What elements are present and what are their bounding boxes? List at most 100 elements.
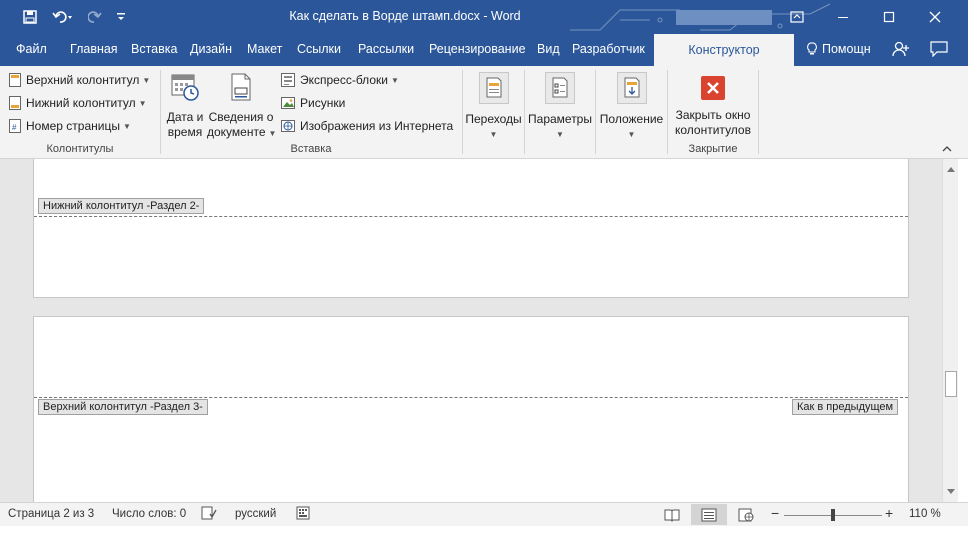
picture-icon	[281, 97, 295, 109]
group-label-insert: Вставка	[290, 143, 332, 155]
close-red-x-icon	[701, 76, 725, 100]
macro-recording-icon[interactable]	[296, 506, 310, 523]
page-3[interactable]: Верхний колонтитул -Раздел 3- Как в пред…	[33, 316, 909, 502]
date-time-label-line2: время	[167, 125, 203, 139]
navigation-icon	[478, 72, 509, 104]
scroll-up-icon[interactable]	[943, 161, 959, 177]
word-count[interactable]: Число слов: 0	[112, 508, 186, 520]
chevron-down-icon: ▼	[390, 75, 399, 85]
status-bar: Страница 2 из 3 Число слов: 0 русский − …	[0, 502, 968, 526]
tab-layout[interactable]: Макет	[247, 42, 282, 56]
page-count[interactable]: Страница 2 из 3	[8, 508, 94, 520]
tab-insert[interactable]: Вставка	[131, 42, 177, 56]
online-pictures-label: Изображения из Интернета	[300, 119, 454, 133]
tab-design[interactable]: Дизайн	[190, 42, 232, 56]
group-label-headers-footers: Колонтитулы	[46, 143, 114, 155]
document-info-label-line1: Сведения о	[208, 110, 274, 124]
chevron-down-icon: ▼	[556, 130, 564, 139]
web-layout-icon[interactable]	[728, 504, 764, 525]
maximize-icon[interactable]	[866, 0, 912, 34]
zoom-slider-thumb[interactable]	[831, 509, 835, 521]
position-icon	[616, 72, 647, 104]
share-icon[interactable]	[892, 40, 910, 61]
vertical-scrollbar[interactable]	[942, 159, 958, 502]
read-mode-icon[interactable]	[654, 504, 690, 525]
title-bar: Как сделать в Ворде штамп.docx - Word	[0, 0, 968, 34]
online-pictures-icon	[281, 120, 295, 132]
tab-file[interactable]: Файл	[16, 42, 47, 56]
comments-icon[interactable]	[930, 41, 948, 60]
zoom-out-icon[interactable]: −	[771, 505, 779, 521]
group-separator	[758, 70, 759, 154]
tab-mailings[interactable]: Рассылки	[358, 42, 414, 56]
tab-view[interactable]: Вид	[537, 42, 560, 56]
navigation-label: Переходы	[465, 112, 522, 126]
chevron-down-icon: ▼	[142, 75, 151, 85]
chevron-down-icon: ▼	[268, 129, 277, 138]
footer-dropdown-label: Нижний колонтитул	[26, 96, 136, 110]
header-section-3-tag: Верхний колонтитул -Раздел 3-	[38, 399, 208, 415]
scroll-down-icon[interactable]	[943, 484, 959, 500]
tab-developer[interactable]: Разработчик	[572, 42, 645, 56]
page-2[interactable]: Нижний колонтитул -Раздел 2-	[33, 159, 909, 298]
options-icon	[545, 72, 575, 104]
document-info-button[interactable]: Сведения о документе ▼	[207, 72, 277, 141]
quick-parts-label: Экспресс-блоки	[300, 73, 388, 87]
redo-icon[interactable]	[84, 0, 106, 34]
quick-parts-icon	[281, 73, 295, 87]
quick-parts-button[interactable]: Экспресс-блоки ▼	[281, 73, 399, 87]
group-separator	[160, 70, 161, 154]
account-name-blurred[interactable]	[676, 10, 772, 25]
document-info-label-line2: документе	[207, 125, 266, 139]
navigation-button[interactable]: Переходы ▼	[463, 72, 524, 142]
chevron-down-icon: ▼	[122, 121, 131, 131]
minimize-icon[interactable]	[820, 0, 866, 34]
chevron-down-icon: ▼	[627, 130, 636, 139]
window-bottom-edge	[0, 526, 968, 533]
footer-page-icon	[9, 96, 21, 110]
save-icon[interactable]	[18, 0, 42, 34]
date-time-label-line1: Дата и	[166, 110, 204, 124]
options-button[interactable]: Параметры ▼	[525, 72, 595, 142]
close-header-footer-label-line1: Закрыть окно	[675, 108, 751, 122]
document-title: Как сделать в Ворде штамп.docx - Word	[289, 9, 521, 23]
zoom-level[interactable]: 110 %	[909, 508, 941, 520]
undo-icon[interactable]	[48, 0, 78, 34]
date-time-button[interactable]: Дата и время	[164, 72, 206, 140]
position-button[interactable]: Положение ▼	[596, 72, 667, 142]
language-indicator[interactable]: русский	[235, 508, 276, 520]
tab-review[interactable]: Рецензирование	[429, 42, 526, 56]
customize-quick-access-icon[interactable]	[112, 0, 130, 34]
tab-references[interactable]: Ссылки	[297, 42, 341, 56]
ribbon-tabs: Файл Главная Вставка Дизайн Макет Ссылки…	[0, 34, 968, 66]
header-dropdown-label: Верхний колонтитул	[26, 73, 140, 87]
print-layout-icon[interactable]	[691, 504, 727, 525]
help-label: Помощн	[822, 42, 871, 56]
zoom-in-icon[interactable]: +	[885, 505, 893, 521]
close-header-footer-button[interactable]: Закрыть окно колонтитулов	[668, 76, 758, 138]
window-right-edge	[958, 159, 968, 502]
footer-section-2-tag: Нижний колонтитул -Раздел 2-	[38, 198, 205, 214]
group-label-close: Закрытие	[688, 143, 738, 155]
page-number-dropdown-button[interactable]: # Номер страницы ▼	[9, 119, 131, 133]
header-boundary-line	[34, 397, 908, 398]
header-page-icon	[9, 73, 21, 87]
proofing-icon[interactable]	[201, 506, 217, 523]
footer-dropdown-button[interactable]: Нижний колонтитул ▼	[9, 96, 147, 110]
ribbon: Верхний колонтитул ▼ Нижний колонтитул ▼…	[0, 66, 968, 159]
chevron-down-icon: ▼	[138, 98, 147, 108]
ribbon-display-options-icon[interactable]	[774, 0, 820, 34]
tab-header-footer-design[interactable]: Конструктор	[654, 34, 794, 66]
scrollbar-thumb[interactable]	[945, 371, 957, 397]
header-dropdown-button[interactable]: Верхний колонтитул ▼	[9, 73, 150, 87]
tab-home[interactable]: Главная	[70, 42, 118, 56]
pictures-button[interactable]: Рисунки	[281, 96, 345, 110]
close-window-icon[interactable]	[912, 0, 958, 34]
document-canvas[interactable]: Нижний колонтитул -Раздел 2- Верхний кол…	[0, 159, 942, 502]
footer-boundary-line	[34, 216, 908, 217]
online-pictures-button[interactable]: Изображения из Интернета	[281, 119, 453, 133]
collapse-ribbon-icon[interactable]	[942, 144, 952, 155]
tell-me-search[interactable]: Помощн	[806, 42, 871, 56]
lightbulb-icon	[807, 42, 817, 55]
svg-text:#: #	[12, 123, 17, 132]
